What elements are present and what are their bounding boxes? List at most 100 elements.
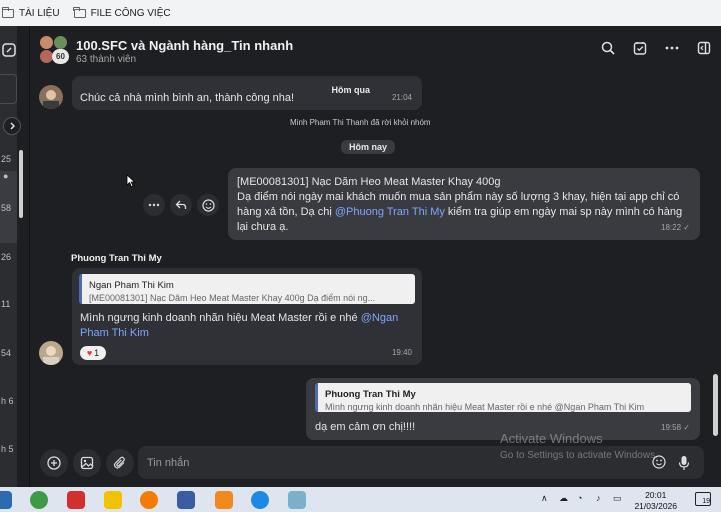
message-text: kiểm tra giúp em ngày mai sp này mình có… (444, 206, 683, 218)
bookmark-label: FILE CÔNG VIỆC (90, 7, 171, 19)
date-divider: Hôm nay (341, 140, 396, 154)
reply-icon[interactable] (170, 194, 192, 216)
folder-icon (73, 6, 86, 18)
sent-check-icon: ✓ (683, 223, 690, 232)
system-notice: Minh Pham Thi Thanh đã rời khỏi nhóm (290, 118, 431, 127)
bookmark-file-cong-viec[interactable]: FILE CÔNG VIỆC (73, 6, 171, 19)
volume-icon[interactable]: ♪ (596, 493, 601, 503)
chevron-right-icon[interactable] (3, 117, 21, 135)
clock-date: 21/03/2026 (634, 501, 677, 511)
edge-icon[interactable] (251, 491, 269, 509)
watermark-title: Activate Windows (500, 431, 603, 446)
taskbar-app-icon[interactable] (0, 491, 12, 509)
chat-app-icon[interactable] (177, 491, 195, 509)
chevron-up-icon[interactable]: ∧ (541, 493, 548, 504)
folder-icon (1, 6, 14, 18)
group-name[interactable]: 100.SFC và Ngành hàng_Tin nhanh (76, 38, 293, 53)
message-bubble[interactable]: Ngan Pham Thi Kim [ME00081301] Nạc Dăm H… (72, 268, 422, 365)
message-text: hàng xả tồn, Dạ chị (237, 206, 335, 218)
add-icon[interactable] (40, 449, 68, 477)
mention-link[interactable]: @Ngan (361, 312, 398, 324)
message-text: Mình ngưng kinh doanh nhãn hiệu Meat Mas… (80, 311, 415, 341)
conversation-time: 11 (1, 299, 11, 309)
app-icon[interactable] (288, 491, 306, 509)
message-text-line: [ME00081301] Nạc Dăm Heo Meat Master Kha… (237, 176, 501, 188)
mention-link[interactable]: Pham Thi Kim (80, 327, 149, 339)
screen: TÀI LIỆU FILE CÔNG VIỆC 25 ● 58 26 11 54… (0, 0, 721, 512)
bookmark-tai-lieu[interactable]: TÀI LIỆU (1, 6, 60, 19)
wps-icon[interactable] (67, 491, 85, 509)
member-count[interactable]: 63 thành viên (76, 54, 136, 65)
clock-time: 20:01 (645, 490, 667, 500)
chrome-icon[interactable] (30, 491, 48, 509)
emoji-react-icon[interactable] (197, 194, 219, 216)
message-time: 18:22 ✓ (661, 220, 690, 235)
member-avatar (39, 35, 54, 50)
conversation-list-scrollbar[interactable] (19, 150, 23, 218)
conversation-time: 58 (1, 203, 12, 213)
cloud-icon[interactable]: ☁ (559, 493, 568, 504)
search-icon[interactable] (600, 40, 616, 56)
message-time: 21:04 (391, 93, 412, 102)
more-icon[interactable] (664, 40, 680, 56)
conversation-time: h 6 (1, 396, 14, 406)
message-text-line: lại chưa ạ. (237, 221, 289, 233)
bookmarks-bar: TÀI LIỆU FILE CÔNG VIỆC (0, 0, 721, 26)
search-box-edge[interactable] (0, 74, 17, 104)
reaction-badge[interactable]: ♥ 1 (80, 346, 106, 360)
message-bubble[interactable]: [ME00081301] Nạc Dăm Heo Meat Master Kha… (228, 168, 700, 240)
conversation-time: 25 (1, 154, 12, 164)
chat-panel: 60 100.SFC và Ngành hàng_Tin nhanh 63 th… (29, 26, 721, 487)
chat-header: 60 100.SFC và Ngành hàng_Tin nhanh 63 th… (30, 26, 721, 72)
message-text: Chúc cả nhà mình bình an, thành công nha… (80, 92, 295, 104)
sender-name[interactable]: Phuong Tran Thi My (71, 253, 162, 264)
sticky-notes-icon[interactable] (104, 491, 122, 509)
header-actions (600, 40, 712, 56)
sent-check-icon: ✓ (683, 423, 690, 432)
more-actions-icon[interactable] (143, 194, 165, 216)
quoted-text: Mình ngưng kinh doanh nhãn hiệu Meat Mas… (325, 402, 645, 412)
message-time: 19:58 ✓ (661, 420, 690, 435)
compose-icon[interactable] (0, 38, 17, 62)
sublime-icon[interactable] (215, 491, 233, 509)
message-bubble[interactable]: Hôm qua Chúc cả nhà mình bình an, thành … (72, 76, 422, 110)
message-text-line: hàng xả tồn, Dạ chị @Phuong Tran Thi My … (237, 205, 682, 220)
battery-icon[interactable]: ▭ (613, 493, 622, 504)
notification-icon[interactable]: 19 (695, 492, 711, 506)
browser-icon[interactable] (140, 491, 158, 509)
sender-avatar[interactable] (39, 341, 63, 365)
wifi-icon[interactable]: ◔ (577, 493, 582, 503)
message-text-part: Mình ngưng kinh doanh nhãn hiệu Meat Mas… (80, 312, 361, 324)
time-text: 18:22 (661, 223, 682, 232)
message-sender-label: Hôm qua (331, 85, 370, 95)
task-icon[interactable] (632, 40, 648, 56)
message-text-line: Dạ điểm nói ngày mai khách muốn mua sản … (237, 191, 680, 203)
avatar-count-badge: 60 (52, 49, 69, 64)
heart-icon: ♥ (86, 347, 93, 358)
group-avatar[interactable]: 60 (39, 35, 69, 65)
message-placeholder: Tin nhắn (147, 457, 190, 469)
quoted-message[interactable]: Ngan Pham Thi Kim [ME00081301] Nạc Dăm H… (79, 274, 415, 304)
notification-badge: 19 (702, 498, 710, 505)
clock[interactable]: 20:01 21/03/2026 (634, 490, 677, 512)
muted-icon: ● (3, 171, 9, 181)
image-icon[interactable] (73, 449, 101, 477)
quoted-message[interactable]: Phuong Tran Thi My Mình ngưng kinh doanh… (315, 383, 691, 412)
bookmark-label: TÀI LIỆU (19, 7, 60, 19)
activation-watermark: Activate Windows Go to Settings to activ… (500, 431, 658, 461)
cursor-icon (126, 174, 136, 193)
watermark-subtitle: Go to Settings to activate Windows. (500, 450, 658, 461)
mention-link[interactable]: @Phuong Tran Thi My (335, 206, 445, 218)
message-text: dạ em cảm ơn chị!!!! (315, 421, 416, 433)
sidebar-toggle-icon[interactable] (696, 40, 712, 56)
sender-avatar[interactable] (39, 85, 63, 109)
message-time: 19:40 (391, 348, 412, 357)
attachment-icon[interactable] (106, 449, 134, 477)
conversation-time: 54 (1, 348, 12, 358)
taskbar: ∧ ☁ ◔ ♪ ▭ 20:01 21/03/2026 19 (0, 487, 721, 512)
reaction-count: 1 (94, 347, 100, 358)
microphone-icon[interactable] (678, 455, 690, 476)
conversation-list-edge: 25 ● 58 26 11 54 h 6 h 5 (0, 26, 17, 487)
chat-scrollbar[interactable] (713, 374, 718, 436)
member-avatar (53, 35, 68, 50)
